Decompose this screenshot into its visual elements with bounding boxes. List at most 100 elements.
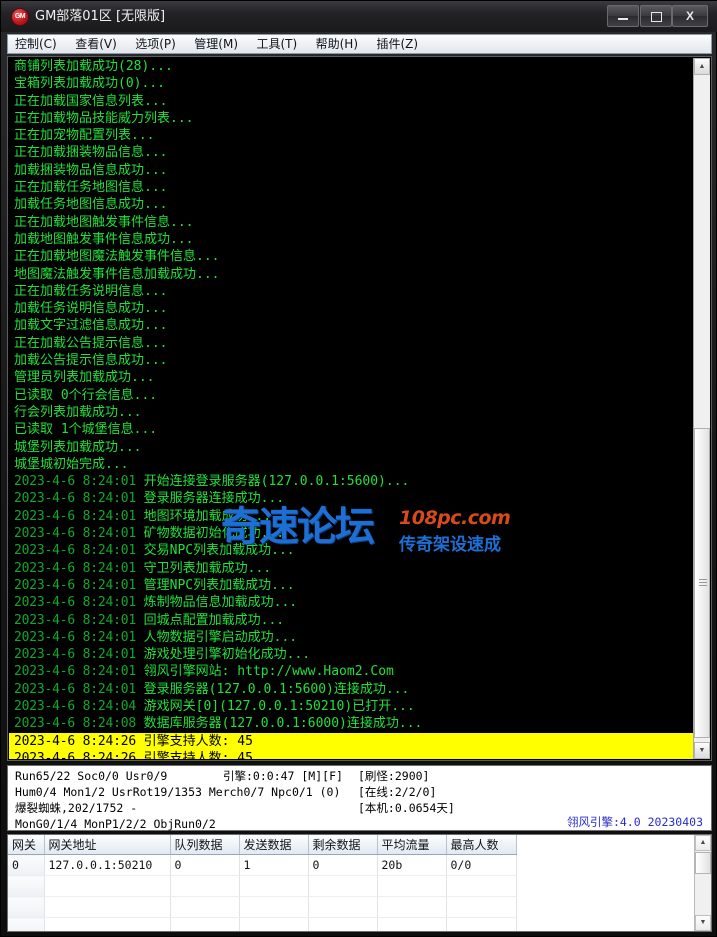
cell-remaining bbox=[308, 875, 378, 897]
log-message: 加载捆装物品信息成功... bbox=[14, 162, 168, 178]
column-header-avg-traffic[interactable]: 平均流量 bbox=[377, 835, 447, 855]
scroll-down-icon[interactable]: ▼ bbox=[694, 742, 710, 759]
log-line: 正在加载地图触发事件信息... bbox=[9, 214, 693, 231]
log-timestamp: 2023-4-6 8:24:01 bbox=[14, 629, 144, 645]
menu-item-options[interactable]: 选项(P) bbox=[128, 35, 183, 53]
log-message: 人物数据引擎启动成功... bbox=[143, 629, 298, 645]
minimize-button[interactable] bbox=[607, 5, 639, 27]
log-line: 2023-4-6 8:24:01 游戏处理引擎初始化成功... bbox=[9, 646, 693, 663]
log-output[interactable]: 商铺列表加载成功(28)... 宝箱列表加载成功(0)... 正在加载国家信息列表.… bbox=[9, 58, 693, 759]
log-timestamp: 2023-4-6 8:24:26 bbox=[14, 733, 144, 749]
log-line: 城堡列表加载成功... bbox=[9, 439, 693, 456]
table-scroll-down-icon[interactable]: ▼ bbox=[695, 915, 711, 931]
log-line: 城堡城初始完成... bbox=[9, 456, 693, 473]
log-timestamp: 2023-4-6 8:24:26 bbox=[14, 750, 144, 759]
column-header-address[interactable]: 网关地址 bbox=[44, 835, 171, 855]
window-title: GM部落01区 [无限版] bbox=[35, 9, 166, 24]
log-line: 2023-4-6 8:24:01 管理NPC列表加载成功... bbox=[9, 577, 693, 594]
cell-gateway: 0 bbox=[8, 854, 45, 876]
cell-sent bbox=[239, 896, 309, 918]
column-header-max-users[interactable]: 最高人数 bbox=[446, 835, 517, 855]
maximize-button[interactable] bbox=[640, 5, 672, 27]
cell-max-users bbox=[446, 875, 517, 897]
column-header-remaining[interactable]: 剩余数据 bbox=[308, 835, 378, 855]
table-row[interactable] bbox=[8, 875, 517, 897]
table-row[interactable] bbox=[8, 896, 517, 918]
console-scrollbar-thumb[interactable] bbox=[694, 428, 710, 738]
log-message: 正在加载地图魔法触发事件信息... bbox=[14, 249, 220, 265]
log-message: 引擎支持人数: 45 bbox=[143, 733, 253, 749]
title-bar[interactable]: GM GM部落01区 [无限版] X bbox=[1, 1, 717, 32]
log-timestamp: 2023-4-6 8:24:01 bbox=[14, 664, 144, 680]
log-line: 2023-4-6 8:24:01 守卫列表加载成功... bbox=[9, 560, 693, 577]
menu-item-plugins[interactable]: 插件(Z) bbox=[369, 35, 425, 53]
log-message: 加载公告提示信息成功... bbox=[14, 353, 168, 369]
log-message: 地图魔法触发事件信息加载成功... bbox=[14, 266, 220, 282]
log-line: 加载任务地图信息成功... bbox=[9, 196, 693, 213]
menu-bar: 控制(C) 查看(V) 选项(P) 管理(M) 工具(T) 帮助(H) 插件(Z… bbox=[7, 34, 712, 54]
status-monster-spawn: [刷怪:2900] bbox=[358, 769, 430, 783]
log-message: 翎风引擎网站: http://www.Haom2.Com bbox=[143, 664, 394, 680]
log-message: 炼制物品信息加载成功... bbox=[143, 595, 298, 611]
log-message: 登录服务器(127.0.0.1:5600)连接成功... bbox=[143, 681, 410, 697]
log-line: 加载文字过滤信息成功... bbox=[9, 317, 693, 334]
log-message: 管理员列表加载成功... bbox=[14, 370, 155, 386]
cell-gateway bbox=[8, 875, 45, 897]
table-row[interactable] bbox=[8, 917, 517, 931]
log-message: 开始连接登录服务器(127.0.0.1:5600)... bbox=[143, 474, 410, 490]
log-timestamp: 2023-4-6 8:24:08 bbox=[14, 716, 144, 732]
log-line: 2023-4-6 8:24:01 交易NPC列表加载成功... bbox=[9, 542, 693, 559]
gateway-table-body: 0 127.0.0.1:50210 0 1 0 20b 0/0 bbox=[8, 854, 517, 931]
log-line: 已读取 1个城堡信息... bbox=[9, 421, 693, 438]
menu-item-view[interactable]: 查看(V) bbox=[68, 35, 124, 53]
status-line-run: Run65/22 Soc0/0 Usr0/9 bbox=[15, 769, 168, 783]
cell-queue bbox=[170, 917, 240, 931]
status-online: [在线:2/2/0] bbox=[358, 785, 437, 799]
log-message: 加载文字过滤信息成功... bbox=[14, 318, 168, 334]
cell-address bbox=[44, 896, 171, 918]
log-line: 管理员列表加载成功... bbox=[9, 369, 693, 386]
column-header-gateway[interactable]: 网关 bbox=[8, 835, 45, 855]
cell-remaining bbox=[308, 896, 378, 918]
log-message: 加载任务说明信息成功... bbox=[14, 301, 168, 317]
log-line: 加载公告提示信息成功... bbox=[9, 352, 693, 369]
cell-sent bbox=[239, 875, 309, 897]
console-scrollbar[interactable]: ▲ ▼ bbox=[693, 58, 710, 759]
menu-item-tools[interactable]: 工具(T) bbox=[249, 35, 304, 53]
cell-avg-traffic bbox=[377, 896, 447, 918]
cell-remaining bbox=[308, 917, 378, 931]
scroll-up-icon[interactable]: ▲ bbox=[694, 58, 710, 75]
log-timestamp: 2023-4-6 8:24:01 bbox=[14, 543, 144, 559]
log-timestamp: 2023-4-6 8:24:01 bbox=[14, 508, 144, 524]
log-message: 已读取 0个行会信息... bbox=[14, 387, 158, 403]
menu-item-control[interactable]: 控制(C) bbox=[8, 35, 64, 53]
log-line: 2023-4-6 8:24:08 数据库服务器(127.0.0.1:6000)连… bbox=[9, 715, 693, 732]
table-scrollbar[interactable]: ▲ ▼ bbox=[694, 835, 711, 931]
log-message: 城堡列表加载成功... bbox=[14, 439, 142, 455]
menu-item-help[interactable]: 帮助(H) bbox=[309, 35, 365, 53]
close-button[interactable]: X bbox=[672, 5, 708, 27]
table-scroll-up-icon[interactable]: ▲ bbox=[695, 835, 711, 851]
cell-gateway bbox=[8, 917, 45, 931]
log-line: 2023-4-6 8:24:01 开始连接登录服务器(127.0.0.1:560… bbox=[9, 473, 693, 490]
log-timestamp: 2023-4-6 8:24:01 bbox=[14, 491, 144, 507]
cell-max-users bbox=[446, 896, 517, 918]
table-scrollbar-thumb[interactable] bbox=[695, 852, 711, 874]
cell-address: 127.0.0.1:50210 bbox=[44, 854, 171, 876]
table-row[interactable]: 0 127.0.0.1:50210 0 1 0 20b 0/0 bbox=[8, 854, 517, 876]
cell-queue: 0 bbox=[170, 854, 240, 876]
cell-sent bbox=[239, 917, 309, 931]
log-message: 管理NPC列表加载成功... bbox=[143, 577, 295, 593]
log-timestamp: 2023-4-6 8:24:01 bbox=[14, 681, 144, 697]
log-timestamp: 2023-4-6 8:24:01 bbox=[14, 595, 144, 611]
log-line: 正在加载任务地图信息... bbox=[9, 179, 693, 196]
cell-sent: 1 bbox=[239, 854, 309, 876]
column-header-sent[interactable]: 发送数据 bbox=[239, 835, 309, 855]
cell-max-users: 0/0 bbox=[446, 854, 517, 876]
cell-avg-traffic: 20b bbox=[377, 854, 447, 876]
log-message: 商铺列表加载成功(28)... bbox=[14, 59, 173, 74]
log-message: 矿物数据初始化成功... bbox=[143, 526, 285, 542]
column-header-queue[interactable]: 队列数据 bbox=[170, 835, 240, 855]
console-panel: 商铺列表加载成功(28)... 宝箱列表加载成功(0)... 正在加载国家信息列表.… bbox=[7, 56, 712, 761]
menu-item-manage[interactable]: 管理(M) bbox=[187, 35, 245, 53]
